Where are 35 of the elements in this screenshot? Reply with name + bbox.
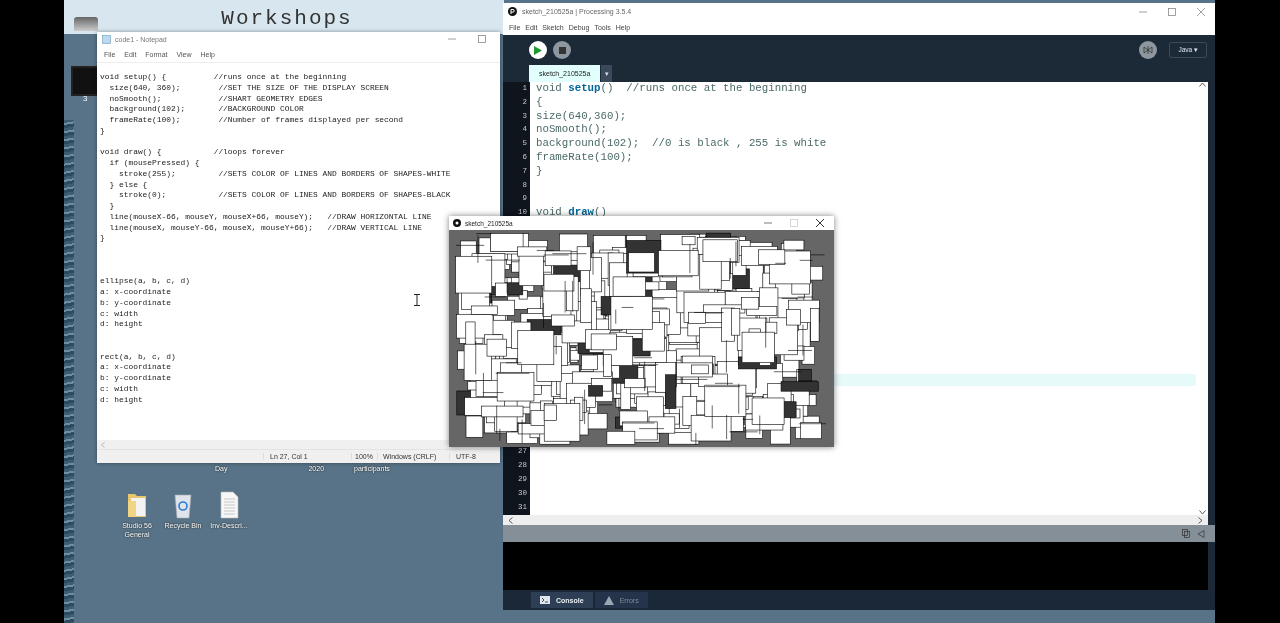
document-icon[interactable] (218, 491, 240, 519)
maximize-icon[interactable] (1168, 7, 1176, 16)
debug-button[interactable] (1139, 41, 1158, 59)
stop-icon (558, 46, 566, 54)
run-button[interactable] (529, 41, 547, 59)
code-line: } (536, 164, 543, 179)
desktop-icon-label: 3 (83, 94, 88, 103)
warning-icon (603, 595, 614, 605)
code-line: { (536, 95, 543, 110)
processing-logo-icon (453, 219, 461, 227)
folder-icon[interactable] (126, 491, 148, 519)
scroll-up-icon[interactable] (1198, 82, 1206, 87)
banner-title: Workshops (221, 6, 353, 32)
recycle-bin-icon[interactable] (172, 491, 194, 519)
scroll-down-icon[interactable] (1198, 510, 1206, 515)
code-line: noSmooth(); (536, 123, 607, 138)
text-cursor-icon (414, 294, 420, 306)
code-line: void setup() //runs once at the beginning (536, 82, 807, 96)
play-icon (534, 45, 542, 55)
maximize-icon (790, 219, 798, 227)
processing-logo-icon (508, 7, 517, 16)
stop-button[interactable] (553, 41, 571, 59)
code-line: size(640,360); (536, 109, 627, 124)
butterfly-icon (1143, 45, 1154, 55)
notepad-icon (102, 34, 111, 44)
collapse-triangle-icon[interactable] (1197, 529, 1205, 538)
copy-icon[interactable] (1182, 529, 1190, 538)
scroll-left-icon[interactable] (508, 516, 513, 524)
code-line: background(102); //0 is black , 255 is white (536, 137, 827, 151)
close-icon[interactable] (816, 219, 824, 227)
maximize-icon[interactable] (478, 35, 486, 43)
code-line: frameRate(100); (536, 151, 633, 165)
desktop-shortcut-icon[interactable] (74, 17, 98, 31)
scroll-right-icon[interactable] (1198, 516, 1203, 524)
terminal-icon (540, 596, 550, 604)
